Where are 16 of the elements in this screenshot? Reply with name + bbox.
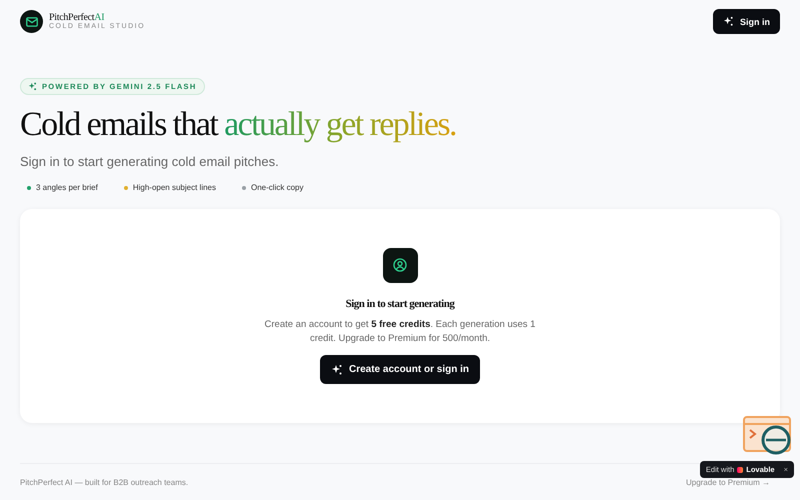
user-icon: [382, 248, 418, 283]
sign-in-button[interactable]: Sign in: [713, 9, 780, 34]
brand-name: PitchPerfectAI: [49, 12, 104, 24]
feature-label: High-open subject lines: [132, 183, 216, 192]
code-window-icon: [742, 415, 792, 455]
mail-logo-icon: [20, 10, 43, 33]
feature-label: One-click copy: [251, 183, 304, 192]
hero-title: Cold emails that actually get replies.: [20, 105, 457, 144]
sparkle-icon: [723, 16, 734, 27]
sparkle-icon: [330, 364, 343, 376]
hero-subtitle: Sign in to start generating cold email pitches.: [20, 154, 280, 170]
card-title: Sign in to start generating: [346, 298, 454, 310]
footer-text: PitchPerfect AI — built for B2B outreach teams.: [20, 478, 188, 488]
feature-label: 3 angles per brief: [36, 183, 98, 192]
card-description: Create an account to get 5 free credits. Each generation uses 1 credit. Upgrade to Premium for 500/month.: [264, 318, 536, 346]
create-account-button[interactable]: Create account or sign in: [320, 355, 480, 384]
